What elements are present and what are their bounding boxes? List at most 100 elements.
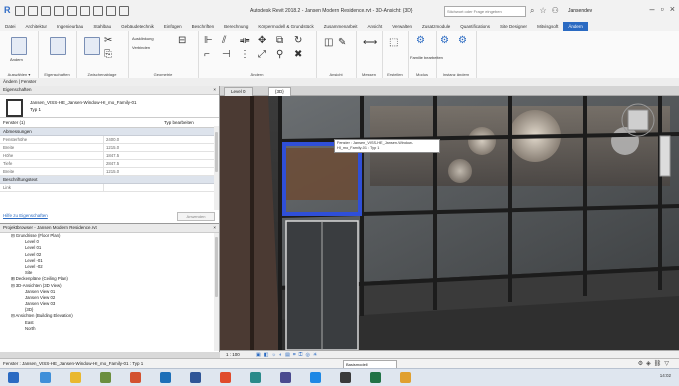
property-row[interactable]: Tiefe 2847.5 (0, 160, 219, 168)
property-row[interactable]: Breite 1215.0 (0, 144, 219, 152)
rotate-icon[interactable]: ↻ (294, 35, 302, 46)
user-icon[interactable]: ⚇ (552, 6, 559, 16)
close-icon[interactable]: × (213, 86, 216, 94)
view-cube[interactable] (627, 109, 649, 131)
apply-button[interactable]: Anwenden (177, 212, 215, 221)
3d-view-icon[interactable] (119, 6, 129, 16)
override-graphics-icon[interactable]: ✎ (338, 37, 346, 48)
app-icon[interactable] (250, 372, 261, 383)
new-file-icon[interactable] (15, 6, 25, 16)
ribbon-tab[interactable]: Stahlbau (88, 22, 116, 31)
create-group-icon[interactable]: ⬚ (389, 37, 398, 48)
worksets-icon[interactable]: ⚙ (638, 360, 643, 367)
edit-family-icon[interactable]: ⚙ (416, 35, 425, 46)
star-icon[interactable]: ☆ (539, 6, 546, 16)
ribbon-tab[interactable]: Körpermodell & Grundstück (253, 22, 318, 31)
ie-icon[interactable] (40, 372, 51, 383)
properties-scrollbar[interactable] (214, 126, 219, 210)
wall-joins-icon[interactable]: ⊟ (178, 35, 186, 46)
app-icon[interactable] (340, 372, 351, 383)
browser-tree-item[interactable]: ⊟ Ansichten (Building Elevation) (0, 313, 73, 319)
text-icon[interactable] (106, 6, 116, 16)
explorer-icon[interactable] (70, 372, 81, 383)
search-input[interactable]: Stichwort oder Frage eingeben (444, 6, 526, 17)
property-value[interactable]: 2847.5 (106, 160, 119, 167)
measure-tool-icon[interactable]: ⟷ (363, 37, 377, 48)
view-scale[interactable]: 1 : 100 (226, 352, 240, 357)
modify-tool-icon[interactable] (11, 37, 27, 55)
instance-filter[interactable]: Fenster (1) (3, 120, 25, 125)
property-group-header[interactable]: Abmessungen (0, 128, 219, 136)
modify-button[interactable]: Ändern (10, 57, 23, 62)
property-group-header[interactable]: Beschriftungstext (0, 176, 219, 184)
save-icon[interactable] (41, 6, 51, 16)
scale-icon[interactable]: ⤢ (258, 49, 266, 60)
3d-view-canvas[interactable] (220, 96, 679, 350)
cut-icon[interactable]: ✂ (104, 35, 112, 46)
offset-icon[interactable]: ⫽ (222, 35, 226, 46)
excel-icon[interactable] (370, 372, 381, 383)
minimize-icon[interactable]: – (650, 4, 655, 14)
undo-icon[interactable] (54, 6, 64, 16)
revit-icon[interactable] (310, 372, 321, 383)
open-icon[interactable] (28, 6, 38, 16)
close-icon[interactable]: × (213, 224, 216, 232)
app-icon[interactable] (280, 372, 291, 383)
ribbon-tab[interactable]: Verwalten (387, 22, 417, 31)
filter-icon[interactable]: ▽ (664, 360, 669, 367)
properties-help-link[interactable]: Hilfe zu Eigenschaften (3, 213, 48, 218)
array-icon[interactable]: ⋮ (240, 49, 250, 60)
revit-logo-icon[interactable]: R (4, 6, 12, 15)
browser-tree-item[interactable]: North (0, 326, 73, 332)
paste-icon[interactable] (84, 37, 100, 55)
app-icon[interactable] (100, 372, 111, 383)
word-icon[interactable] (190, 372, 201, 383)
split-icon[interactable]: ⊣ (222, 49, 231, 60)
property-row[interactable]: Fensterhöhe 2400.0 (0, 136, 219, 144)
ribbon-tab[interactable]: Datei (0, 22, 21, 31)
ribbon-tab[interactable]: Site Designer (495, 22, 532, 31)
close-icon[interactable]: × (670, 4, 675, 14)
property-row[interactable]: Breite 1215.0 (0, 168, 219, 176)
user-name[interactable]: Jansendev (568, 8, 592, 14)
pick-new-icon[interactable]: ⚙ (458, 35, 467, 46)
scroll-thumb[interactable] (215, 132, 218, 172)
hide-view-icon[interactable]: ◫ (324, 37, 333, 48)
ribbon-tab[interactable]: Architektur (21, 22, 53, 31)
select-links-icon[interactable]: ⛓ (654, 360, 662, 367)
move-icon[interactable]: ✥ (258, 35, 266, 46)
view-tab-3d[interactable]: {3D} (268, 87, 291, 96)
redo-icon[interactable] (67, 6, 77, 16)
properties-icon[interactable] (50, 37, 66, 55)
navigation-bar[interactable] (659, 135, 671, 177)
ribbon-tab[interactable]: Ansicht (362, 22, 387, 31)
start-icon[interactable] (8, 372, 19, 383)
ribbon-tab[interactable]: Zusammenarbeit (319, 22, 363, 31)
pin-icon[interactable]: ⚲ (276, 49, 283, 60)
binoculars-icon[interactable]: ⌕ (530, 6, 534, 16)
browser-tree-item[interactable]: ⊟ 3D-Ansichten (3D View) (0, 283, 73, 289)
property-value[interactable]: 2400.0 (106, 136, 119, 143)
ribbon-tab[interactable]: Berechnung (219, 22, 253, 31)
browser-scrollbar[interactable] (214, 233, 219, 351)
type-selector[interactable]: Jansen_VISS-HE_Jansen-Window-HI_mo_Famil… (0, 95, 219, 118)
ribbon-tab[interactable]: Beschriften (187, 22, 220, 31)
scroll-thumb[interactable] (215, 237, 218, 297)
view-tab-level0[interactable]: Level 0 (224, 87, 253, 96)
print-icon[interactable] (80, 6, 90, 16)
mirror-icon[interactable]: ⟚ (240, 35, 249, 46)
join-button[interactable]: Verbinden (132, 45, 150, 50)
design-options-icon[interactable]: ◈ (646, 360, 651, 367)
edit-type-button[interactable]: Typ bearbeiten (164, 120, 194, 125)
ribbon-tab[interactable]: Zusatzmodule (417, 22, 455, 31)
app-icon[interactable] (400, 372, 411, 383)
ribbon-tab[interactable]: Einfügen (159, 22, 187, 31)
ribbon-tab[interactable]: Quantifications (455, 22, 495, 31)
cut-geometry-button[interactable]: Ausklinkung (132, 36, 154, 41)
ribbon-tab[interactable]: Mitvisgsoft (532, 22, 563, 31)
property-row[interactable]: Link (0, 184, 219, 192)
ribbon-tab[interactable]: Ändern (563, 22, 588, 31)
copy-element-icon[interactable]: ⧉ (276, 35, 283, 46)
measure-icon[interactable] (93, 6, 103, 16)
copy-icon[interactable]: ⎘ (104, 49, 112, 60)
